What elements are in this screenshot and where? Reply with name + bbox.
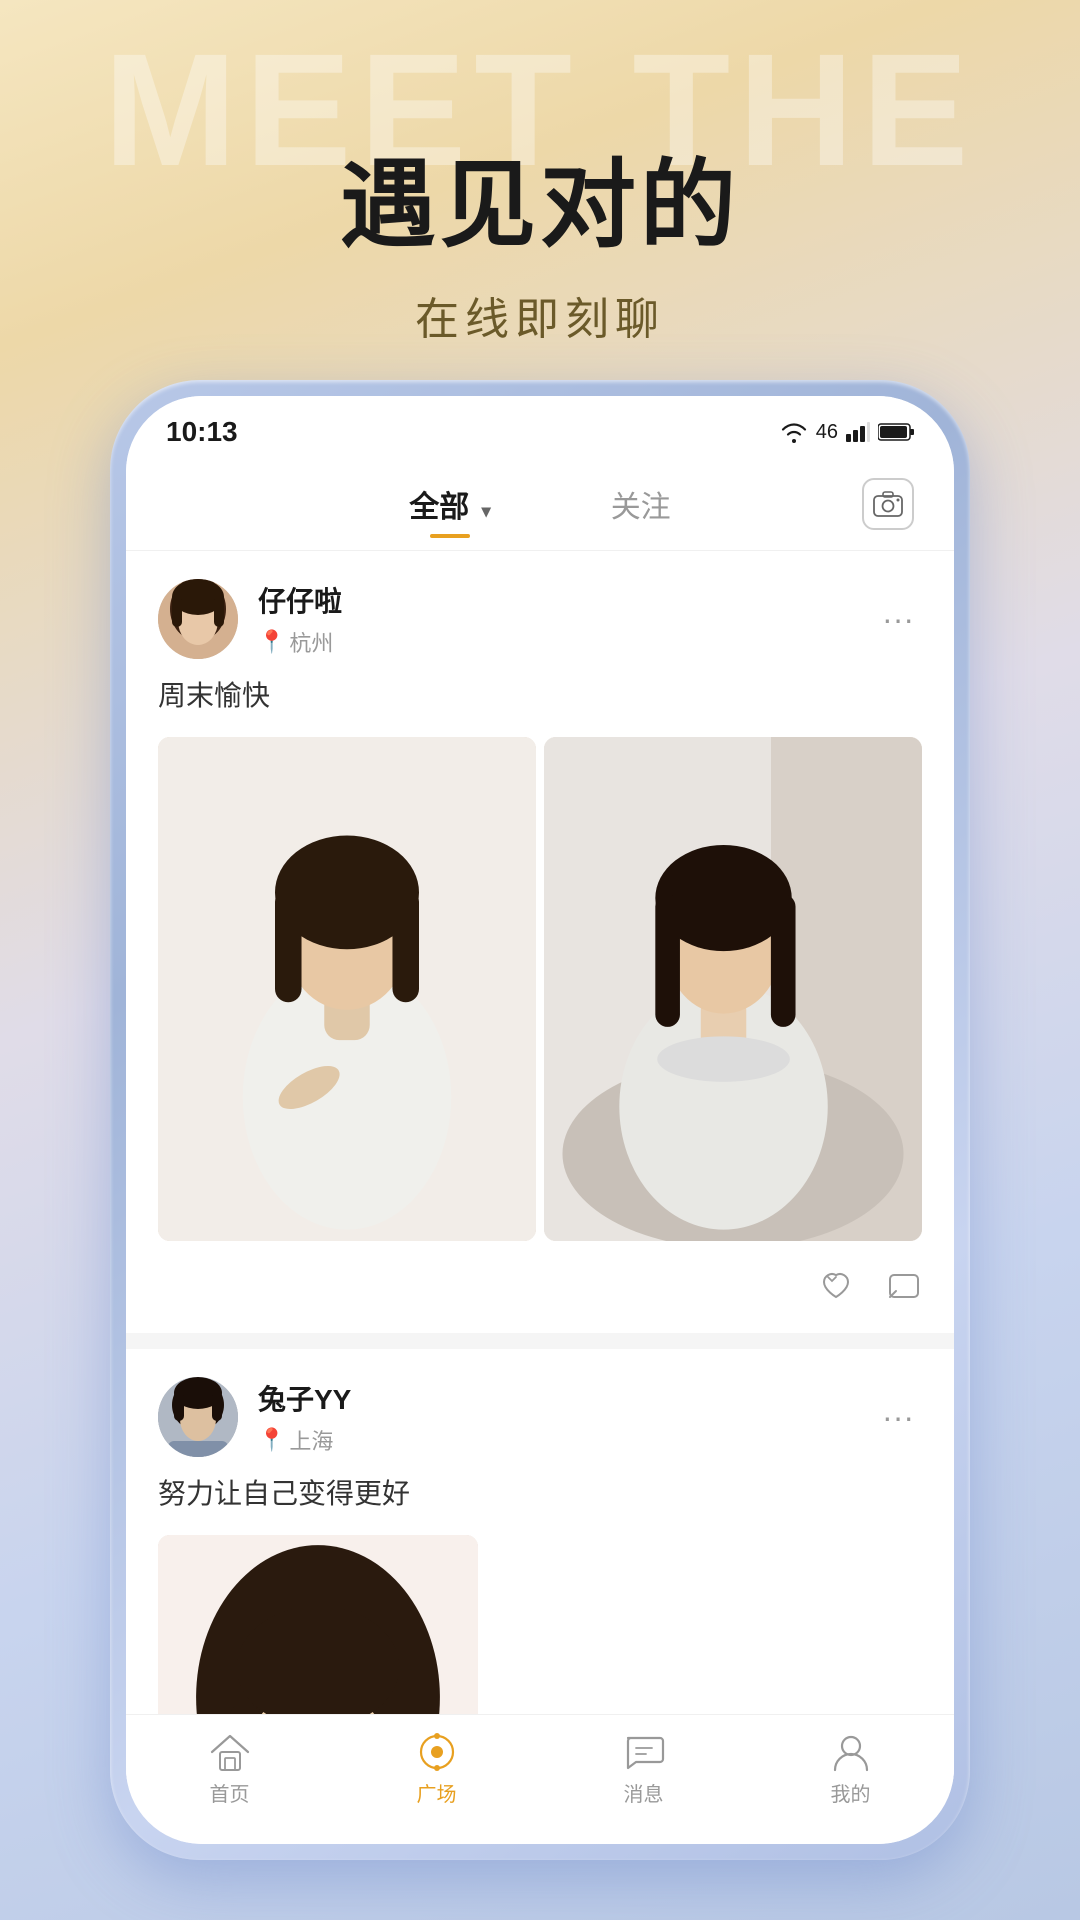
post-header-1: 仔仔啦 📍 杭州 ···	[158, 579, 922, 659]
phone-outer: 10:13 46	[110, 380, 970, 1860]
post-card-1: 仔仔啦 📍 杭州 ··· 周末愉快	[126, 551, 954, 1333]
signal-icon	[846, 422, 870, 442]
post-images-1	[158, 737, 922, 1241]
user-name-block-2: 兔子YY 📍 上海	[258, 1378, 351, 1456]
status-time: 10:13	[166, 416, 238, 448]
post-image-1a	[158, 737, 536, 1241]
phone-container: 10:13 46	[110, 380, 970, 1860]
user-name-2: 兔子YY	[258, 1378, 351, 1418]
girl-turtleneck-image	[544, 737, 922, 1241]
phone-inner: 10:13 46	[126, 396, 954, 1844]
bottom-nav-label-profile: 我的	[831, 1778, 871, 1807]
tab-all[interactable]: 全部 ▾	[369, 474, 530, 534]
post-actions-1	[158, 1261, 922, 1305]
tab-follow[interactable]: 关注	[571, 474, 711, 534]
status-icons: 46	[780, 421, 914, 444]
hero-subtitle: 在线即刻聊	[415, 283, 665, 347]
user-name-1: 仔仔啦	[258, 580, 342, 620]
feed-content[interactable]: 仔仔啦 📍 杭州 ··· 周末愉快	[126, 551, 954, 1779]
bottom-nav-item-profile[interactable]: 我的	[747, 1732, 954, 1807]
user-location-1: 📍 杭州	[258, 626, 342, 658]
bottom-nav-item-home[interactable]: 首页	[126, 1732, 333, 1807]
post-image-1b	[544, 737, 922, 1241]
user-info-2: 兔子YY 📍 上海	[158, 1377, 351, 1457]
location-pin-icon-1: 📍	[258, 629, 285, 655]
bottom-nav-label-home: 首页	[210, 1778, 250, 1807]
home-icon	[208, 1732, 252, 1772]
bottom-nav: 首页 广场	[126, 1714, 954, 1844]
profile-icon	[829, 1732, 873, 1772]
bottom-nav-item-square[interactable]: 广场	[333, 1732, 540, 1807]
post-header-2: 兔子YY 📍 上海 ···	[158, 1377, 922, 1457]
wifi-icon	[780, 421, 808, 443]
bottom-nav-label-square: 广场	[417, 1778, 457, 1807]
more-btn-2[interactable]: ···	[874, 1395, 922, 1440]
dropdown-arrow-icon: ▾	[482, 501, 491, 521]
avatar-2	[158, 1377, 238, 1457]
user-name-block-1: 仔仔啦 📍 杭州	[258, 580, 342, 658]
user-info-1: 仔仔啦 📍 杭州	[158, 579, 342, 659]
battery-icon	[878, 422, 914, 442]
camera-icon	[873, 491, 903, 517]
hero-section: 遇见对的 在线即刻聊	[0, 0, 1080, 420]
avatar-1	[158, 579, 238, 659]
messages-icon	[622, 1732, 666, 1772]
girl-sitting-image	[158, 737, 536, 1241]
post-text-1: 周末愉快	[158, 675, 922, 717]
message-btn-1[interactable]	[886, 1269, 922, 1305]
bottom-nav-label-messages: 消息	[624, 1778, 664, 1807]
like-btn-1[interactable]	[818, 1269, 854, 1305]
signal-text: 46	[816, 421, 838, 444]
user-location-2: 📍 上海	[258, 1424, 351, 1456]
bottom-nav-item-messages[interactable]: 消息	[540, 1732, 747, 1807]
status-bar: 10:13 46	[126, 396, 954, 458]
camera-button[interactable]	[862, 478, 914, 530]
like-icon-1	[818, 1269, 854, 1305]
post-text-2: 努力让自己变得更好	[158, 1473, 922, 1515]
hero-title: 遇见对的	[340, 153, 740, 259]
message-icon-1	[886, 1269, 922, 1305]
more-btn-1[interactable]: ···	[874, 597, 922, 642]
location-pin-icon-2: 📍	[258, 1427, 285, 1453]
square-icon	[415, 1732, 459, 1772]
top-nav: 全部 ▾ 关注	[126, 458, 954, 551]
